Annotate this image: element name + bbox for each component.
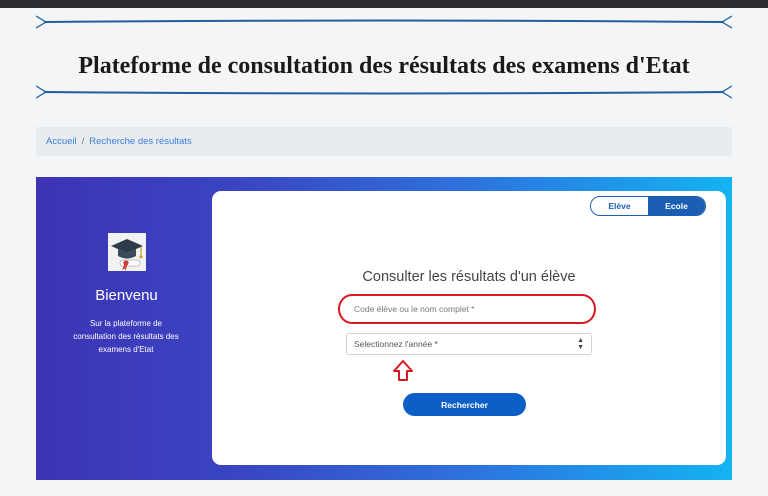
- toggle-option-ecole[interactable]: Ecole: [648, 197, 705, 215]
- toggle-option-eleve[interactable]: Elève: [591, 197, 648, 215]
- breadcrumb-home-link[interactable]: Accueil: [46, 136, 77, 147]
- top-bar: [0, 0, 768, 8]
- red-up-arrow-annotation-icon: [393, 360, 413, 381]
- welcome-title: Bienvenu: [95, 287, 158, 304]
- ornament-divider-top: [36, 15, 732, 29]
- search-card: Elève Ecole Consulter les résultats d'un…: [212, 191, 726, 465]
- hero-section: Bienvenu Sur la plateforme de consultati…: [36, 177, 732, 480]
- year-select[interactable]: Selectionnez l'année * ▲ ▼: [346, 333, 592, 355]
- search-card-title: Consulter les résultats d'un élève: [362, 269, 576, 285]
- student-code-input[interactable]: [354, 304, 594, 314]
- student-input-highlight: [338, 294, 596, 324]
- breadcrumb: Accueil / Recherche des résultats: [36, 127, 732, 156]
- welcome-panel: Bienvenu Sur la plateforme de consultati…: [36, 177, 212, 480]
- select-caret-icon: ▲ ▼: [577, 337, 584, 351]
- breadcrumb-current: Recherche des résultats: [89, 136, 192, 147]
- page-title: Plateforme de consultation des résultats…: [78, 53, 690, 79]
- search-type-toggle: Elève Ecole: [590, 196, 706, 216]
- header-banner: Plateforme de consultation des résultats…: [36, 15, 732, 101]
- graduation-cap-diploma-icon: [108, 233, 146, 271]
- year-select-value: Selectionnez l'année *: [354, 339, 438, 349]
- ornament-divider-bottom: [36, 85, 732, 99]
- search-button[interactable]: Rechercher: [403, 393, 526, 416]
- breadcrumb-separator: /: [81, 136, 85, 147]
- welcome-description: Sur la plateforme de consultation des ré…: [73, 319, 179, 354]
